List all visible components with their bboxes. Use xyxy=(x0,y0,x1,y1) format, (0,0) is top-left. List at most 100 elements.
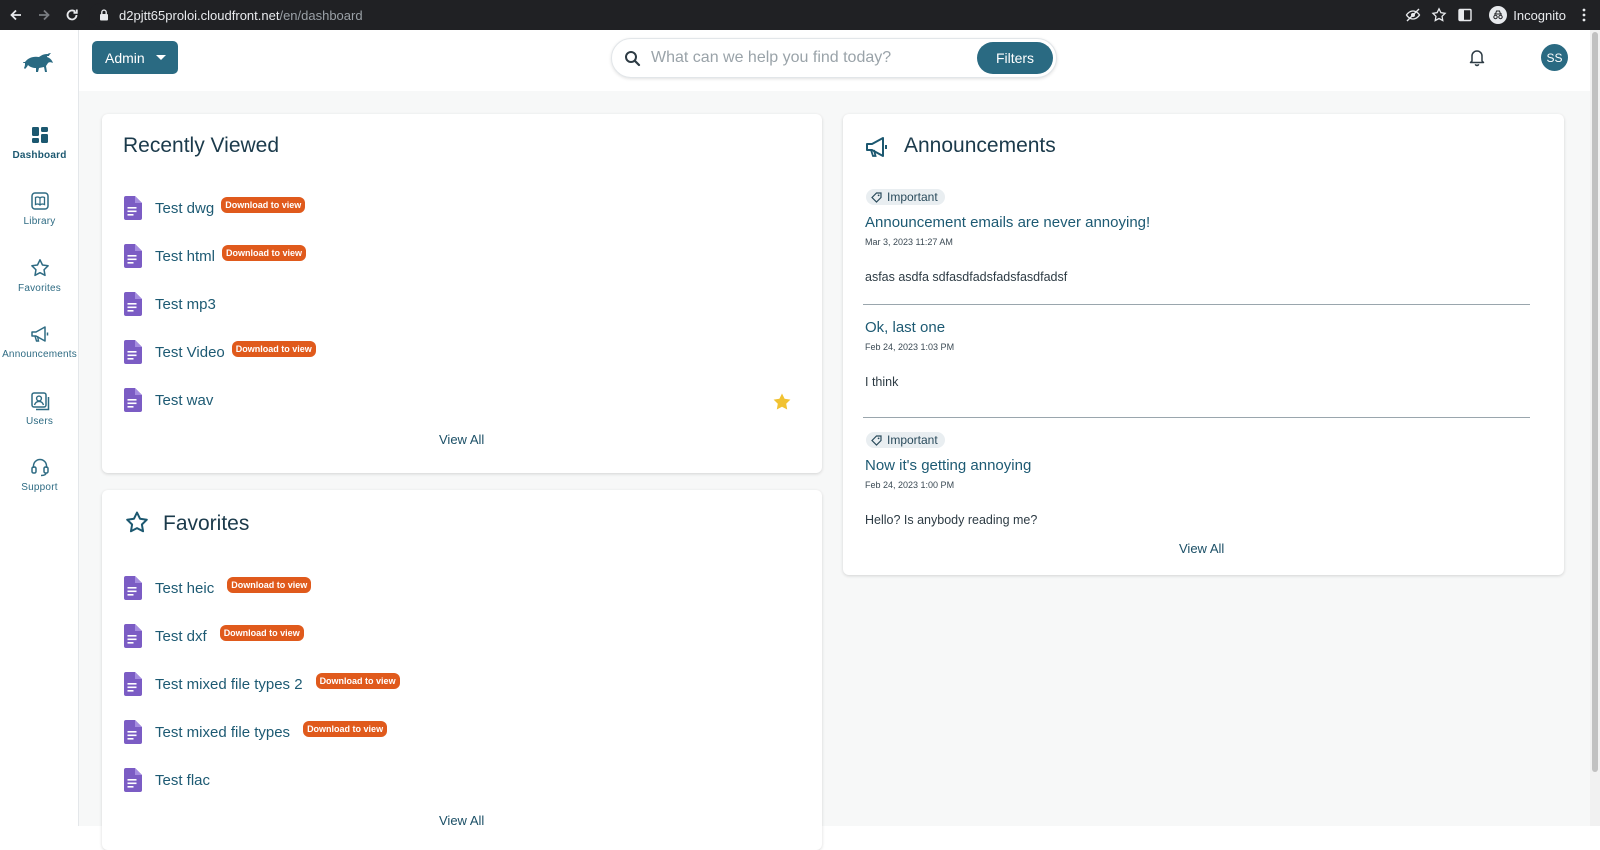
divider xyxy=(863,304,1530,305)
important-tag: Important xyxy=(866,189,945,205)
document-icon xyxy=(124,720,142,744)
url-host: d2pjtt65proloi.cloudfront.net xyxy=(119,7,280,23)
announcement-item: Important Now it's getting annoying Feb … xyxy=(865,432,1529,527)
sidebar-item-users[interactable]: Users xyxy=(0,390,79,446)
announcement-body: asfas asdfa sdfasdfadsfadsfasdfadsf xyxy=(865,269,1068,284)
tag-icon xyxy=(871,191,882,203)
recently-viewed-title: Recently Viewed xyxy=(123,134,280,157)
scrollbar-thumb[interactable] xyxy=(1592,32,1598,772)
search-icon xyxy=(625,50,641,66)
page-scrollbar[interactable] xyxy=(1590,30,1600,826)
list-item[interactable]: Test html Download to view xyxy=(122,243,307,269)
document-icon xyxy=(124,624,142,648)
address-bar[interactable]: d2pjtt65proloi.cloudfront.net/en/dashboa… xyxy=(89,3,1535,27)
announcement-body: Hello? Is anybody reading me? xyxy=(865,512,1038,527)
announcement-date: Feb 24, 2023 1:00 PM xyxy=(865,479,955,490)
sidebar-item-label: Dashboard xyxy=(12,150,67,161)
sidebar-item-dashboard[interactable]: Dashboard xyxy=(0,124,79,180)
favorites-card: Favorites Test heic Download to view Tes… xyxy=(102,490,822,850)
download-badge: Download to view xyxy=(303,721,388,737)
list-item[interactable]: Test mixed file types 2 Download to view xyxy=(122,671,400,697)
file-name-link[interactable]: Test Video xyxy=(155,344,225,361)
file-name-link[interactable]: Test wav xyxy=(155,392,213,409)
download-badge: Download to view xyxy=(219,625,304,641)
dashboard-icon xyxy=(31,127,48,143)
download-badge: Download to view xyxy=(227,577,312,593)
incognito-indicator[interactable]: Incognito xyxy=(1489,6,1566,24)
incognito-label: Incognito xyxy=(1513,7,1566,23)
file-name-link[interactable]: Test dwg xyxy=(155,200,214,217)
search-input[interactable] xyxy=(651,49,971,67)
announcements-title: Announcements xyxy=(904,134,1056,157)
file-name-link[interactable]: Test mixed file types 2 xyxy=(155,676,303,693)
download-badge: Download to view xyxy=(315,673,400,689)
lock-icon xyxy=(100,9,108,21)
logo-icon[interactable] xyxy=(22,50,56,76)
download-badge: Download to view xyxy=(222,245,307,261)
menu-dots-icon[interactable] xyxy=(1576,7,1592,23)
admin-label: Admin xyxy=(105,49,145,66)
list-item[interactable]: Test dwg Download to view xyxy=(122,195,306,221)
recently-viewed-view-all-link[interactable]: View All xyxy=(439,432,484,447)
megaphone-icon xyxy=(866,137,887,157)
announcement-date: Mar 3, 2023 11:27 AM xyxy=(865,236,953,247)
important-tag: Important xyxy=(866,432,945,448)
list-item[interactable]: Test mixed file types Download to view xyxy=(122,719,388,745)
list-item[interactable]: Test flac xyxy=(122,767,210,793)
sidebar-item-support[interactable]: Support xyxy=(0,456,79,512)
users-icon xyxy=(30,392,49,411)
announcement-date: Feb 24, 2023 1:03 PM xyxy=(865,342,955,352)
sidebar-item-label: Announcements xyxy=(2,349,77,360)
download-badge: Download to view xyxy=(221,197,306,213)
announcement-title-link[interactable]: Now it's getting annoying xyxy=(865,457,1529,474)
document-icon xyxy=(124,388,142,412)
announcement-title-link[interactable]: Announcement emails are never annoying! xyxy=(865,214,1529,231)
admin-dropdown-button[interactable]: Admin xyxy=(92,41,178,74)
list-item[interactable]: Test Video Download to view xyxy=(122,339,316,365)
book-icon xyxy=(30,192,49,210)
document-icon xyxy=(124,576,142,600)
bookmark-star-icon[interactable] xyxy=(1431,7,1447,23)
sidebar-item-library[interactable]: Library xyxy=(0,190,79,246)
document-icon xyxy=(124,768,142,792)
announcement-title-link[interactable]: Ok, last one xyxy=(865,319,1529,336)
announcement-body: I think xyxy=(865,375,899,389)
avatar[interactable]: SS xyxy=(1541,44,1568,71)
document-icon xyxy=(124,672,142,696)
important-label: Important xyxy=(887,190,938,204)
file-name-link[interactable]: Test dxf xyxy=(155,628,207,645)
list-item[interactable]: Test dxf Download to view xyxy=(122,623,304,649)
megaphone-icon xyxy=(30,326,48,342)
url-path: /en/dashboard xyxy=(279,7,363,23)
sidebar-item-label: Users xyxy=(25,416,54,427)
eye-off-icon[interactable] xyxy=(1405,7,1421,23)
list-item[interactable]: Test heic Download to view xyxy=(122,575,312,601)
list-item[interactable]: Test wav xyxy=(122,387,213,413)
browser-toolbar: d2pjtt65proloi.cloudfront.net/en/dashboa… xyxy=(0,0,1600,30)
download-badge: Download to view xyxy=(231,341,316,357)
document-icon xyxy=(124,340,142,364)
headset-icon xyxy=(30,458,49,477)
app-root: Dashboard Library Favorites Announcement… xyxy=(0,30,1600,850)
side-panel-icon[interactable] xyxy=(1457,7,1473,23)
file-name-link[interactable]: Test mixed file types xyxy=(155,724,290,741)
sidebar-item-announcements[interactable]: Announcements xyxy=(0,323,79,379)
search-bar: Filters xyxy=(611,38,1057,78)
document-icon xyxy=(124,196,142,220)
list-item[interactable]: Test mp3 xyxy=(122,291,216,317)
bell-icon[interactable] xyxy=(1467,47,1487,67)
sidebar-item-favorites[interactable]: Favorites xyxy=(0,257,79,313)
sidebar-item-label: Support xyxy=(21,482,58,493)
file-name-link[interactable]: Test mp3 xyxy=(155,296,216,313)
announcements-view-all-link[interactable]: View All xyxy=(1179,541,1224,556)
filters-button[interactable]: Filters xyxy=(977,42,1053,74)
file-name-link[interactable]: Test heic xyxy=(155,580,214,597)
back-icon[interactable] xyxy=(4,0,28,30)
favorite-star-icon[interactable] xyxy=(772,392,792,412)
caret-down-icon xyxy=(156,55,166,60)
file-name-link[interactable]: Test html xyxy=(155,248,215,265)
reload-icon[interactable] xyxy=(60,0,84,30)
announcements-card: Announcements Important Announcement ema… xyxy=(843,114,1564,575)
file-name-link[interactable]: Test flac xyxy=(155,772,210,789)
forward-icon[interactable] xyxy=(32,0,56,30)
